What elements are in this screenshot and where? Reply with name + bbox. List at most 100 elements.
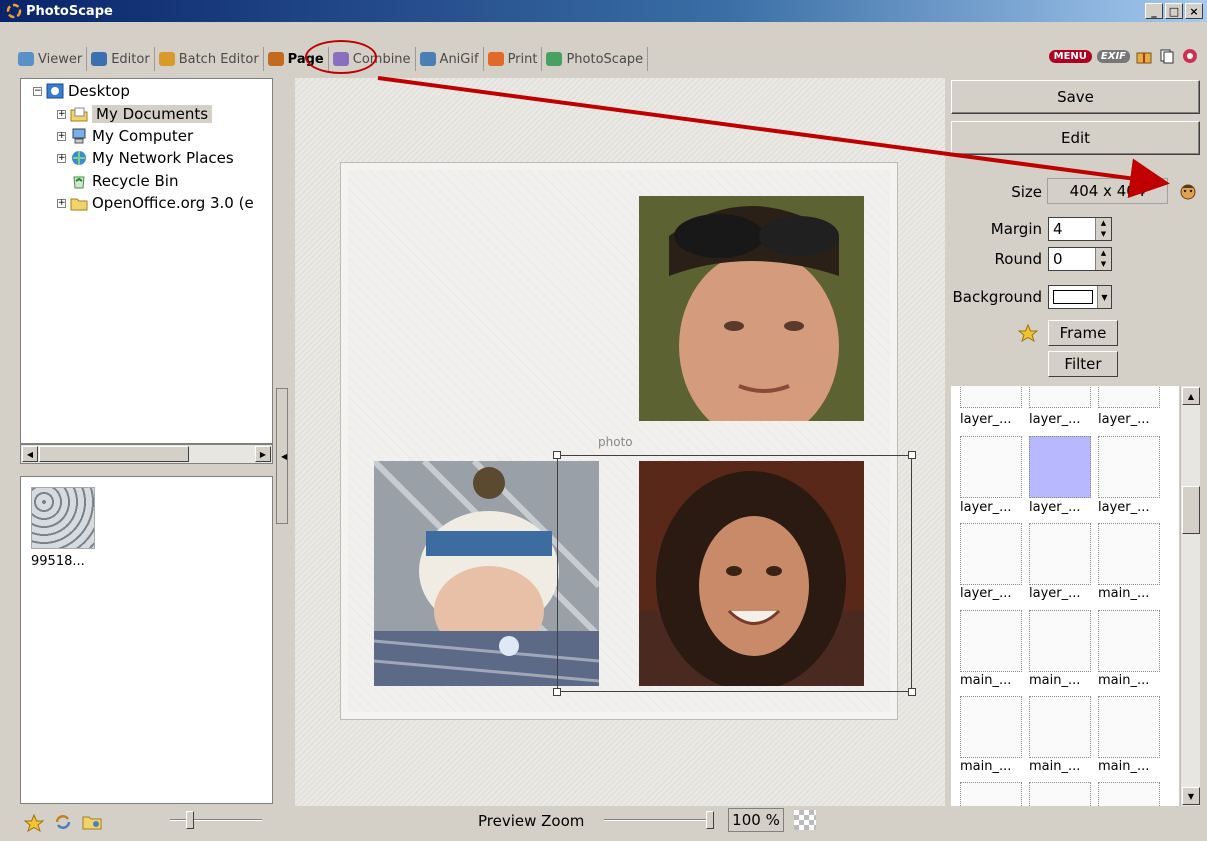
star-icon[interactable] [23, 813, 45, 836]
resize-handle-bottom-right[interactable] [908, 688, 916, 696]
tab-photoscape[interactable]: PhotoScape [542, 47, 649, 71]
tab-anigif[interactable]: AniGif [416, 47, 484, 71]
template-thumbnail[interactable] [1098, 782, 1160, 806]
layout-template-list[interactable]: layer_... layer_... layer_... layer_... … [951, 386, 1179, 806]
resize-handle-top-right[interactable] [908, 451, 916, 459]
margin-stepper[interactable]: 4 ▲ ▼ [1048, 217, 1112, 241]
template-label: main_... [1098, 673, 1150, 688]
template-thumbnail[interactable] [960, 436, 1022, 498]
gift-icon[interactable] [1135, 48, 1153, 64]
transparency-toggle-icon[interactable] [794, 810, 816, 830]
template-thumbnail[interactable] [1029, 386, 1091, 408]
template-vertical-scrollbar[interactable]: ▲ ▼ [1180, 386, 1200, 806]
template-thumbnail[interactable] [960, 696, 1022, 758]
exif-button[interactable]: EXIF [1096, 49, 1130, 63]
thumbnail-size-slider-knob[interactable] [186, 811, 194, 829]
template-label: main_... [1098, 759, 1150, 774]
thumbnail-image[interactable] [31, 487, 95, 549]
template-thumbnail[interactable] [1029, 523, 1091, 585]
template-thumbnail[interactable] [1029, 610, 1091, 672]
tree-item-desktop[interactable]: − Desktop [33, 81, 130, 101]
scrollbar-thumb[interactable] [1182, 486, 1200, 534]
close-button[interactable]: × [1185, 3, 1203, 19]
minimize-button[interactable]: _ [1145, 3, 1163, 19]
frame-button[interactable]: Frame [1048, 320, 1118, 346]
photo-slot-top-right[interactable] [639, 196, 864, 421]
template-thumbnail[interactable] [1098, 610, 1160, 672]
copy-icon[interactable] [1158, 48, 1176, 64]
window-controls: _ □ × [1145, 3, 1203, 19]
template-thumbnail[interactable] [1098, 386, 1160, 408]
template-label: main_... [1029, 673, 1081, 688]
template-label: layer_... [1029, 586, 1081, 601]
template-label: main_... [1029, 759, 1081, 774]
refresh-icon[interactable] [53, 813, 73, 835]
round-stepper[interactable]: 0 ▲ ▼ [1048, 247, 1112, 271]
edit-button[interactable]: Edit [951, 121, 1200, 155]
template-thumbnail[interactable] [1029, 782, 1091, 806]
expand-toggle[interactable]: + [57, 131, 66, 141]
resize-handle-top-left[interactable] [553, 451, 561, 459]
menu-button[interactable]: MENU [1048, 49, 1092, 63]
save-button[interactable]: Save [951, 80, 1200, 114]
background-color-picker[interactable]: ▼ [1048, 285, 1112, 309]
expand-toggle[interactable]: + [57, 153, 66, 163]
scroll-up-arrow-icon[interactable]: ▲ [1182, 387, 1200, 405]
expand-toggle[interactable]: + [57, 198, 66, 208]
spin-arrows-icon[interactable]: ▲ ▼ [1095, 218, 1111, 240]
tree-item-my-network-places[interactable]: + My Network Places [57, 148, 234, 168]
tree-item-my-computer[interactable]: + My Computer [57, 126, 193, 146]
thumbnail-size-slider-track[interactable] [170, 819, 262, 821]
resize-handle-bottom-left[interactable] [553, 688, 561, 696]
preview-zoom-slider-track[interactable] [604, 819, 714, 821]
template-thumbnail[interactable] [1029, 696, 1091, 758]
template-thumbnail[interactable] [1098, 436, 1160, 498]
template-thumbnail[interactable] [1098, 523, 1160, 585]
tree-item-label: My Documents [92, 105, 213, 123]
scroll-right-arrow-icon[interactable]: ▶ [255, 446, 271, 462]
collapse-left-arrow-icon[interactable]: ◀ [281, 452, 287, 461]
tab-viewer[interactable]: Viewer [14, 47, 88, 71]
tree-item-my-documents[interactable]: + My Documents [57, 104, 213, 124]
expand-toggle[interactable]: + [57, 109, 66, 119]
template-thumbnail-selected[interactable] [1029, 436, 1091, 498]
tab-editor[interactable]: Editor [87, 47, 155, 71]
tab-print[interactable]: Print [484, 47, 543, 71]
tree-item-openoffice[interactable]: + OpenOffice.org 3.0 (e [57, 193, 254, 213]
thumbnail-label: 99518... [31, 554, 85, 569]
thumbnail-list[interactable]: 99518... [20, 476, 273, 804]
template-label: layer_... [1098, 412, 1150, 427]
template-label: layer_... [960, 586, 1012, 601]
selection-box[interactable] [557, 455, 912, 692]
face-icon[interactable] [1179, 181, 1197, 205]
template-thumbnail[interactable] [960, 782, 1022, 806]
chevron-down-icon[interactable]: ▼ [1097, 286, 1111, 308]
template-thumbnail[interactable] [960, 610, 1022, 672]
filter-button[interactable]: Filter [1048, 351, 1118, 377]
template-thumbnail[interactable] [960, 523, 1022, 585]
zoom-value-field[interactable]: 100 % [728, 808, 784, 832]
template-label: main_... [960, 759, 1012, 774]
template-thumbnail[interactable] [960, 386, 1022, 408]
scrollbar-thumb[interactable] [39, 446, 189, 462]
spin-arrows-icon[interactable]: ▲ ▼ [1095, 248, 1111, 270]
scroll-down-arrow-icon[interactable]: ▼ [1182, 787, 1200, 805]
help-icon[interactable] [1181, 48, 1199, 64]
open-folder-icon[interactable] [82, 813, 104, 835]
preview-zoom-slider-knob[interactable] [706, 811, 714, 829]
star-icon[interactable] [1017, 323, 1039, 346]
template-label: main_... [960, 673, 1012, 688]
tab-batch-editor[interactable]: Batch Editor [155, 47, 264, 71]
maximize-button[interactable]: □ [1165, 3, 1183, 19]
scroll-left-arrow-icon[interactable]: ◀ [22, 446, 38, 462]
size-field[interactable]: 404 x 404 [1047, 178, 1168, 204]
tree-item-recycle-bin[interactable]: Recycle Bin [70, 171, 178, 191]
tree-item-label: My Computer [92, 127, 194, 145]
tree-item-label: OpenOffice.org 3.0 (e [92, 194, 254, 212]
tree-item-label: Desktop [68, 82, 130, 100]
tree-horizontal-scrollbar[interactable]: ◀ ▶ [20, 444, 273, 464]
desktop-icon [46, 83, 64, 99]
collapse-toggle[interactable]: − [33, 86, 42, 96]
folder-tree[interactable]: − Desktop + My Documents + My Computer +… [20, 78, 273, 444]
template-thumbnail[interactable] [1098, 696, 1160, 758]
